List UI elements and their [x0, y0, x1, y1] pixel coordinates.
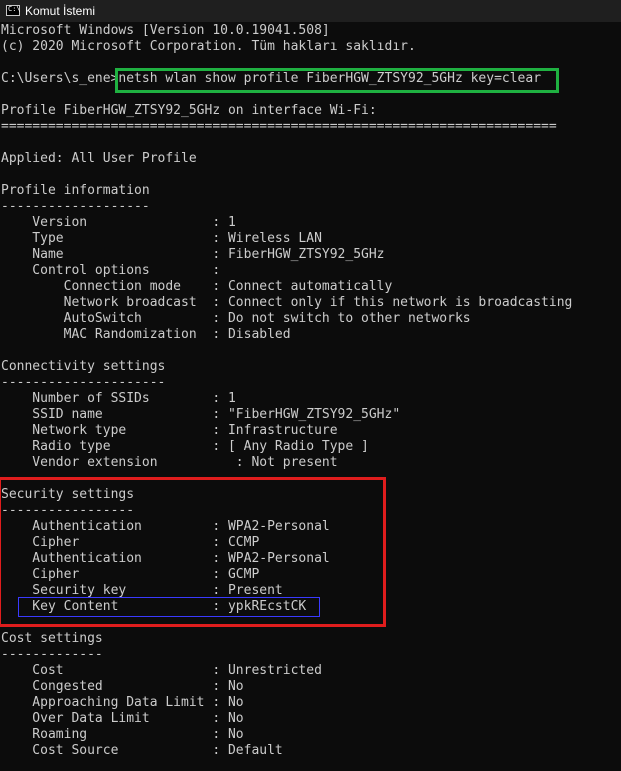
console-line: (c) 2020 Microsoft Corporation. Tüm hakl…: [1, 39, 416, 54]
window-title: Komut İstemi: [25, 4, 96, 18]
console-line: Profile information: [1, 183, 150, 198]
console-line: Type : Wireless LAN: [1, 231, 322, 246]
console-line: Applied: All User Profile: [1, 151, 197, 166]
console-icon: C:\: [6, 5, 21, 16]
console-line: Over Data Limit : No: [1, 711, 244, 726]
console-line: Name : FiberHGW_ZTSY92_5GHz: [1, 247, 385, 262]
console-line: Network broadcast : Connect only if this…: [1, 295, 573, 310]
console-line: Connection mode : Connect automatically: [1, 279, 393, 294]
console-line: Roaming : No: [1, 727, 244, 742]
window-titlebar[interactable]: C:\ Komut İstemi: [0, 0, 621, 22]
console-line: Cipher : GCMP: [1, 567, 260, 582]
console-line: Radio type : [ Any Radio Type ]: [1, 439, 369, 454]
console-line: -----------------: [1, 503, 135, 518]
console-line: Authentication : WPA2-Personal: [1, 519, 330, 534]
console-line: AutoSwitch : Do not switch to other netw…: [1, 311, 471, 326]
console-line: Profile FiberHGW_ZTSY92_5GHz on interfac…: [1, 103, 377, 118]
console-line: Cost Source : Default: [1, 743, 283, 758]
console-line: ---------------------: [1, 375, 166, 390]
console-line: Security key : Present: [1, 583, 283, 598]
console-line: -------------------: [1, 199, 150, 214]
console-line: Security settings: [1, 487, 135, 502]
console-line: Version : 1: [1, 215, 236, 230]
console-line: Vendor extension : Not present: [1, 455, 338, 470]
console-line: Cost : Unrestricted: [1, 663, 322, 678]
console-line: SSID name : "FiberHGW_ZTSY92_5GHz": [1, 407, 401, 422]
console-line: Authentication : WPA2-Personal: [1, 551, 330, 566]
console-line: Approaching Data Limit : No: [1, 695, 244, 710]
console-line: C:\Users\s_ene>netsh wlan show profile F…: [1, 71, 542, 86]
console-line: Control options :: [1, 263, 221, 278]
console-line: Key Content : ypkREcstCK: [1, 599, 307, 614]
console-line: ========================================…: [1, 119, 557, 134]
console-line: Cipher : CCMP: [1, 535, 260, 550]
console-icon-glyph: C:\: [8, 5, 21, 13]
console-line: MAC Randomization : Disabled: [1, 327, 291, 342]
console-line: -------------: [1, 647, 103, 662]
console-line: Network type : Infrastructure: [1, 423, 338, 438]
console-line: Connectivity settings: [1, 359, 166, 374]
console-line: Cost settings: [1, 631, 103, 646]
console-output[interactable]: Cost Source : Default Roaming : No Over …: [0, 22, 621, 771]
console-line: Microsoft Windows [Version 10.0.19041.50…: [1, 23, 330, 38]
console-line: Congested : No: [1, 679, 244, 694]
console-line: Number of SSIDs : 1: [1, 391, 236, 406]
